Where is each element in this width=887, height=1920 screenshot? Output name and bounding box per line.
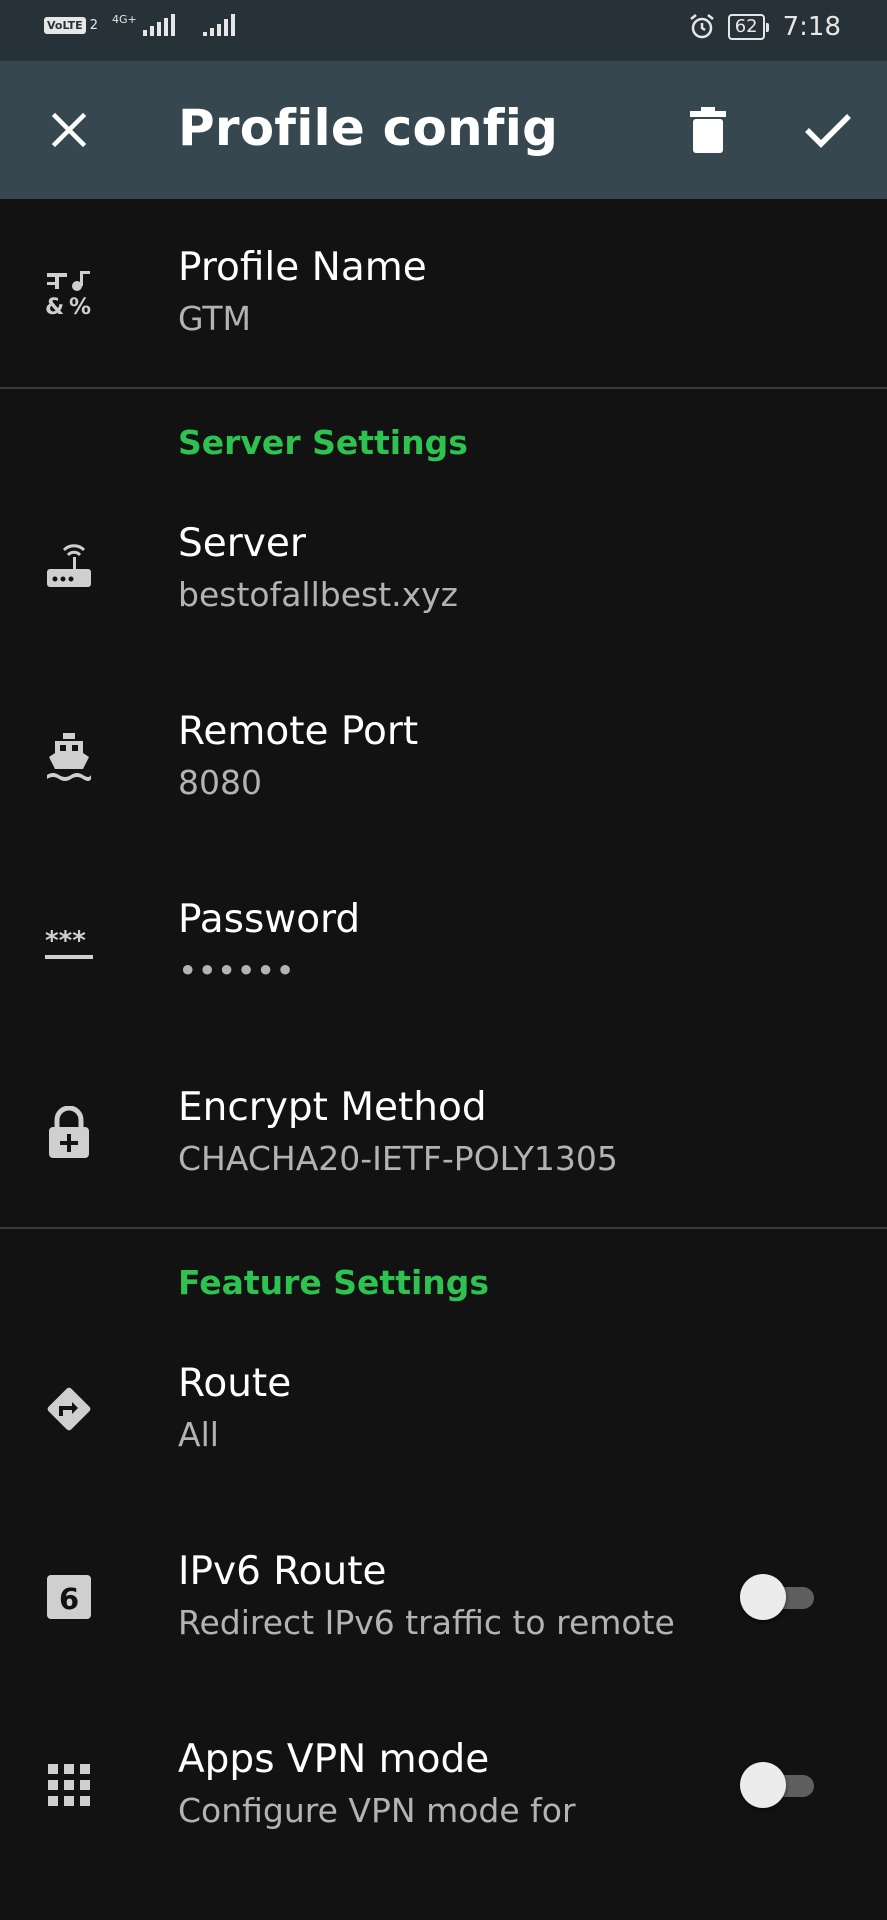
apply-button[interactable] [795,97,861,163]
six-box-icon: 6 [42,1570,96,1624]
volte-badge: VoLTE [44,16,86,34]
ipv6-route-texts: IPv6 Route Redirect IPv6 traffic to remo… [178,1548,675,1646]
profile-name-item[interactable]: & % Profile Name GTM [0,199,887,387]
server-settings-header: Server Settings [0,389,887,475]
check-icon [805,114,851,148]
apps-vpn-mode-switch[interactable] [740,1762,820,1808]
server-texts: Server bestofallbest.xyz [178,520,458,618]
ipv6-route-switch[interactable] [740,1574,820,1620]
profile-name-title: Profile Name [178,245,427,290]
battery-icon: 62 [727,14,769,40]
password-value: •••••• [178,951,295,990]
network-type: 4G+ [111,13,137,26]
delete-button[interactable] [675,97,741,163]
battery-level: 62 [734,16,758,37]
ship-icon [42,730,96,784]
server-item[interactable]: Server bestofallbest.xyz [0,475,887,663]
toolbar: Profile config [0,61,887,199]
profile-name-texts: Profile Name GTM [178,244,427,342]
alarm-icon [688,13,716,41]
route-texts: Route All [178,1360,291,1458]
svg-text:***: *** [45,926,86,956]
close-icon [51,112,87,148]
status-bar: VoLTE 2 4G+ 62 7:18 [0,0,887,61]
ipv6-route-title: IPv6 Route [178,1549,387,1594]
feature-settings-header: Feature Settings [0,1229,887,1315]
route-item[interactable]: Route All [0,1315,887,1503]
password-texts: Password •••••• [178,896,360,994]
status-right: 62 7:18 [688,12,841,42]
server-title: Server [178,521,306,566]
ipv6-route-item[interactable]: 6 IPv6 Route Redirect IPv6 traffic to re… [0,1503,887,1691]
lock-add-icon [42,1106,96,1160]
route-value: All [178,1415,219,1454]
ipv6-route-summary: Redirect IPv6 traffic to remote [178,1603,675,1642]
apps-vpn-mode-item[interactable]: Apps VPN mode Configure VPN mode for [0,1691,887,1879]
directions-icon [42,1382,96,1436]
password-item[interactable]: *** Password •••••• [0,851,887,1039]
svg-text:6: 6 [59,1582,79,1616]
preference-list: & % Profile Name GTM Server Settings Ser… [0,199,887,1879]
encrypt-method-texts: Encrypt Method CHACHA20-IETF-POLY1305 [178,1084,618,1182]
signal-sim2-icon [202,14,235,36]
apps-grid-icon [42,1758,96,1812]
encrypt-method-title: Encrypt Method [178,1085,487,1130]
clock: 7:18 [782,12,841,42]
page-title: Profile config [178,99,559,157]
password-title: Password [178,897,361,942]
status-left: VoLTE 2 4G+ [44,14,235,36]
switch-thumb [740,1574,786,1620]
switch-thumb [740,1762,786,1808]
svg-text:%: % [69,295,91,318]
apps-vpn-mode-summary: Configure VPN mode for [178,1791,576,1830]
remote-port-item[interactable]: Remote Port 8080 [0,663,887,851]
apps-vpn-mode-title: Apps VPN mode [178,1737,490,1782]
router-icon [42,542,96,596]
password-icon: *** [42,918,96,972]
sim-number: 2 [89,17,98,33]
route-title: Route [178,1361,292,1406]
encrypt-method-value: CHACHA20-IETF-POLY1305 [178,1139,618,1178]
profile-name-value: GTM [178,299,252,338]
text-format-icon: & % [42,266,96,320]
signal-icon [142,14,175,36]
trash-icon [690,107,726,153]
remote-port-title: Remote Port [178,709,419,754]
apps-vpn-mode-texts: Apps VPN mode Configure VPN mode for [178,1736,576,1834]
close-button[interactable] [36,97,102,163]
remote-port-value: 8080 [178,763,262,802]
server-value: bestofallbest.xyz [178,575,459,614]
remote-port-texts: Remote Port 8080 [178,708,418,806]
svg-text:&: & [45,295,64,318]
encrypt-method-item[interactable]: Encrypt Method CHACHA20-IETF-POLY1305 [0,1039,887,1227]
server-settings-title: Server Settings [178,423,468,462]
feature-settings-title: Feature Settings [178,1263,490,1302]
